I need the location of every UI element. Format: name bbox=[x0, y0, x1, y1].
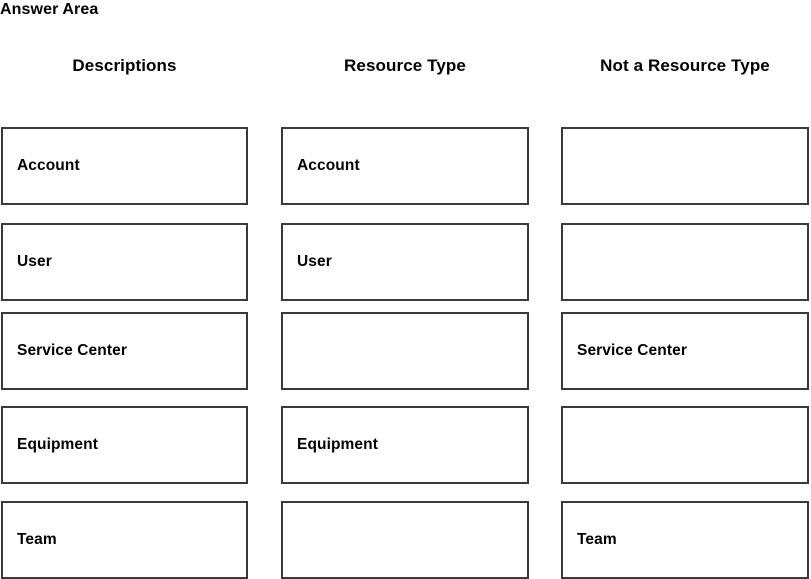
cell-label: Equipment bbox=[297, 436, 378, 453]
cell-label: Account bbox=[297, 157, 360, 174]
drop-target-resource-type[interactable]: Equipment bbox=[281, 406, 529, 484]
drop-target-not-a-resource-type[interactable] bbox=[561, 127, 809, 205]
description-box: User bbox=[1, 223, 248, 301]
drop-target-not-a-resource-type[interactable]: Service Center bbox=[561, 312, 809, 390]
drop-target-not-a-resource-type[interactable] bbox=[561, 406, 809, 484]
cell-label: Team bbox=[577, 531, 617, 548]
column-header-descriptions: Descriptions bbox=[72, 56, 177, 75]
drop-target-resource-type[interactable] bbox=[281, 312, 529, 390]
cell-label: User bbox=[297, 253, 332, 270]
drop-target-not-a-resource-type[interactable]: Team bbox=[561, 501, 809, 579]
description-box: Equipment bbox=[1, 406, 248, 484]
drop-target-resource-type[interactable]: Account bbox=[281, 127, 529, 205]
cell-label: Team bbox=[17, 531, 57, 548]
description-box: Service Center bbox=[1, 312, 248, 390]
answer-area-canvas: Answer Area Descriptions Resource Type N… bbox=[0, 0, 811, 579]
cell-label: Account bbox=[17, 157, 80, 174]
cell-label: Service Center bbox=[17, 342, 127, 359]
column-header-resource-type: Resource Type bbox=[344, 56, 466, 75]
column-header-not-a-resource-type: Not a Resource Type bbox=[600, 56, 770, 75]
drop-target-resource-type[interactable] bbox=[281, 501, 529, 579]
cell-label: User bbox=[17, 253, 52, 270]
description-box: Team bbox=[1, 501, 248, 579]
drop-target-not-a-resource-type[interactable] bbox=[561, 223, 809, 301]
cell-label: Equipment bbox=[17, 436, 98, 453]
drop-target-resource-type[interactable]: User bbox=[281, 223, 529, 301]
cell-label: Service Center bbox=[577, 342, 687, 359]
page-title: Answer Area bbox=[0, 1, 99, 18]
description-box: Account bbox=[1, 127, 248, 205]
